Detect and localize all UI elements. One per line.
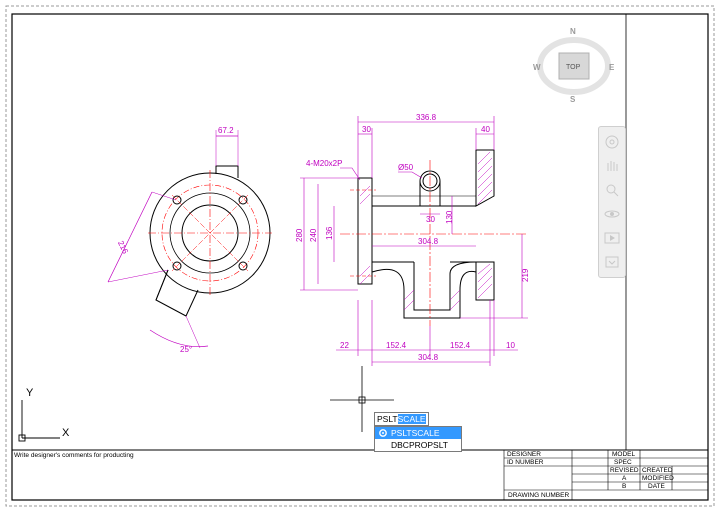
tb-model: MODEL <box>612 451 636 458</box>
viewcube-face-label: TOP <box>566 64 581 71</box>
ucs-x-label: X <box>62 427 70 439</box>
comment-text: Write designer's comments for producting <box>14 452 134 459</box>
dim-flange-right: 40 <box>481 125 490 134</box>
tb-spec: SPEC <box>614 459 632 466</box>
orbit-icon[interactable] <box>603 207 621 221</box>
viewcube-west[interactable]: W <box>533 63 541 72</box>
viewcube-north[interactable]: N <box>570 27 576 36</box>
dim-280: 280 <box>295 228 304 242</box>
dim-bottom-152-right: 152.4 <box>450 341 471 350</box>
dim-total-length: 336.8 <box>416 113 437 122</box>
dim-side-width: 67.2 <box>218 126 234 135</box>
dim-30: 30 <box>426 215 435 224</box>
suggestion-psltscale[interactable]: PSLTSCALE <box>375 427 461 439</box>
viewcube-south[interactable]: S <box>570 95 576 104</box>
navbar-menu-icon[interactable] <box>603 255 621 269</box>
command-typed-text: PSLT <box>377 414 398 424</box>
pan-icon[interactable] <box>603 159 621 173</box>
dim-hole-dia: Ø50 <box>398 163 414 172</box>
dim-height-219: 219 <box>521 268 530 282</box>
ucs-icon <box>18 400 60 442</box>
tb-date: DATE <box>648 483 666 490</box>
tb-created: CREATED <box>642 467 673 474</box>
tb-drawing-number: DRAWING NUMBER <box>508 492 569 499</box>
ucs-y-label: Y <box>26 387 34 399</box>
command-completion-text: SCALE <box>397 414 426 424</box>
dim-bottom-22: 22 <box>340 341 349 350</box>
showmotion-icon[interactable] <box>603 231 621 245</box>
dim-240: 240 <box>309 228 318 242</box>
dim-bottom-152-left: 152.4 <box>386 341 407 350</box>
tb-designer: DESIGNER <box>507 451 541 458</box>
suggestion-dbcpropslt[interactable]: DBCPROPSLT <box>375 439 461 451</box>
tb-modified: MODIFIED <box>642 475 674 482</box>
gear-icon <box>379 429 387 437</box>
zoom-icon[interactable] <box>603 183 621 197</box>
dim-side-angle: 25° <box>180 345 192 354</box>
dim-flange-left: 30 <box>362 125 371 134</box>
dim-inner-length: 304.8 <box>418 237 439 246</box>
suggestion-label: PSLTSCALE <box>391 428 440 438</box>
suggestion-label: DBCPROPSLT <box>391 440 448 450</box>
side-view <box>107 130 272 349</box>
steering-wheel-icon[interactable] <box>603 135 621 149</box>
dim-130: 130 <box>445 210 454 224</box>
dim-136: 136 <box>325 226 334 240</box>
tb-rev-b: B <box>622 483 626 490</box>
tb-rev-a: A <box>622 475 627 482</box>
dim-bottom-10: 10 <box>506 341 515 350</box>
command-suggestion-list[interactable]: PSLTSCALE DBCPROPSLT <box>374 426 462 452</box>
dim-holes: 4-M20x2P <box>306 159 342 168</box>
command-input[interactable]: PSLTSCALE <box>374 412 429 426</box>
navigation-bar[interactable] <box>598 126 626 278</box>
dim-bottom-total: 304.8 <box>418 353 439 362</box>
tb-revised: REVISED <box>610 467 639 474</box>
tb-id-number: ID NUMBER <box>507 459 544 466</box>
viewcube-east[interactable]: E <box>609 63 615 72</box>
